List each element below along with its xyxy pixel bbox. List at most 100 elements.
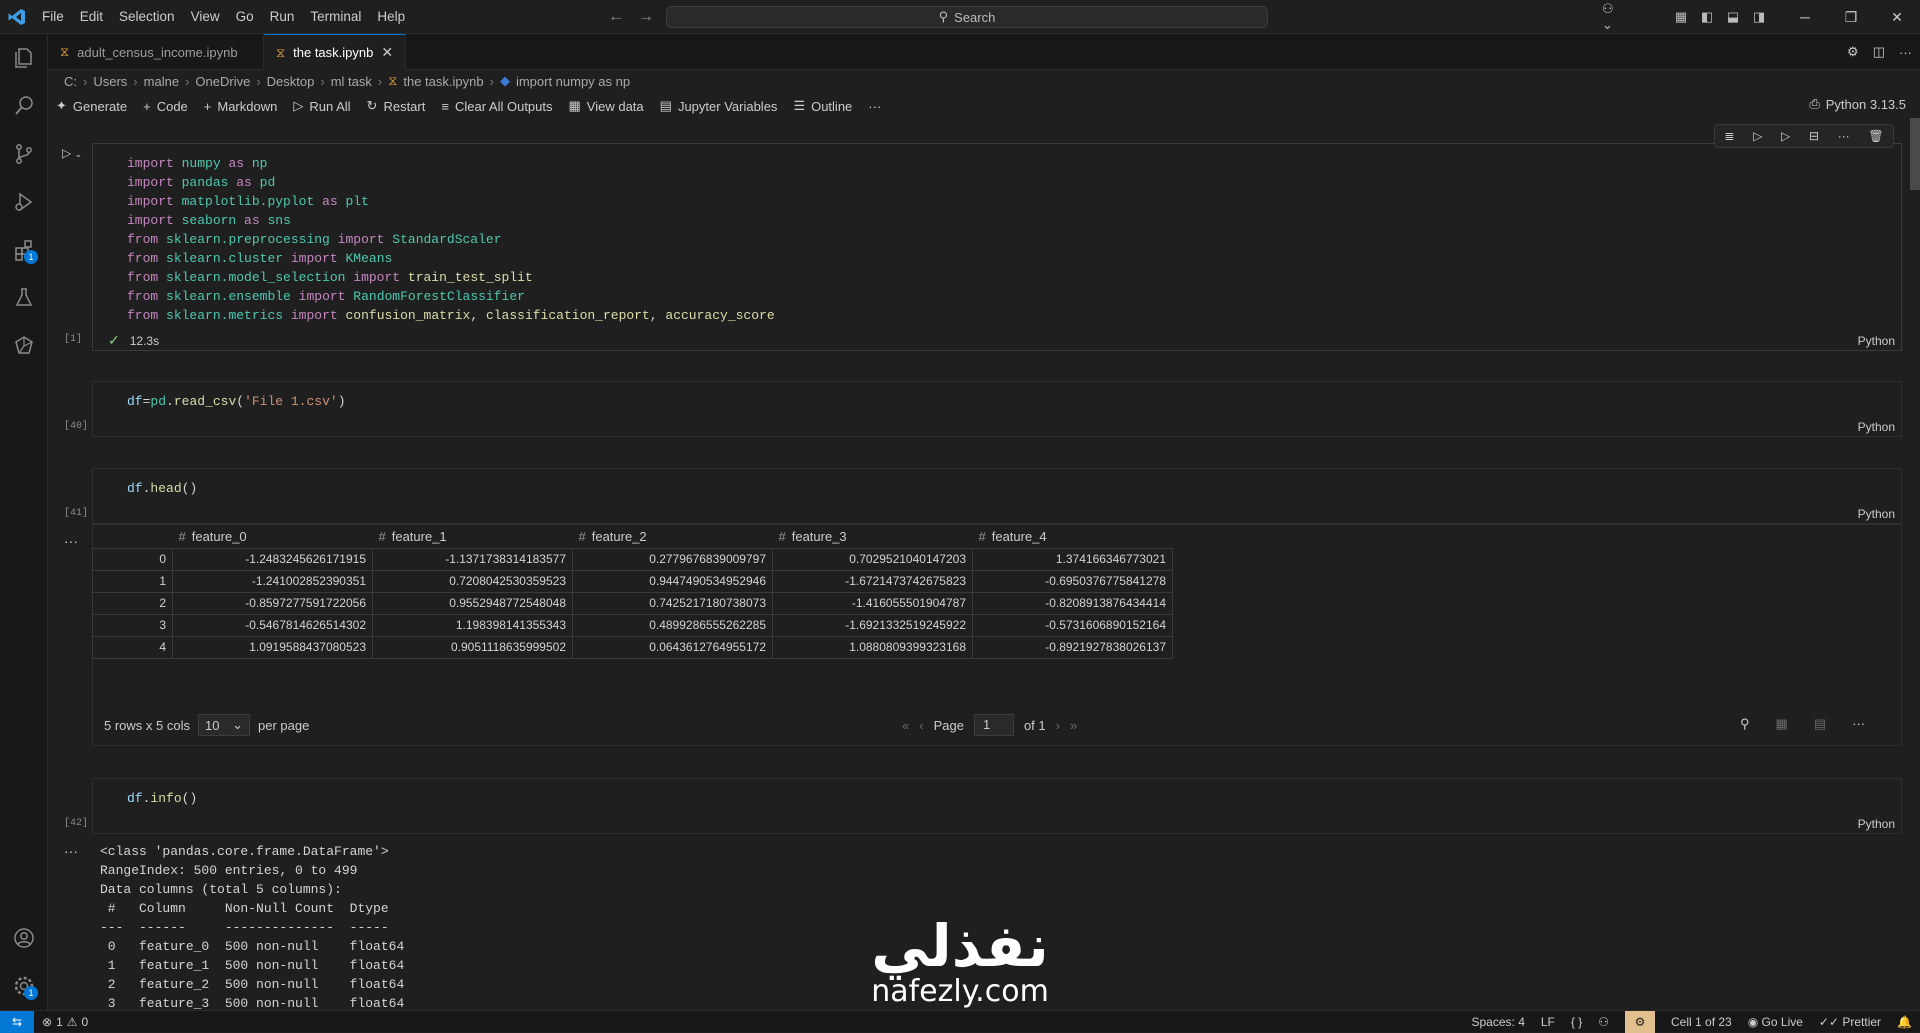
run-debug-icon[interactable] <box>0 178 48 226</box>
cell-4-source[interactable]: df.info() <box>93 779 1901 808</box>
tab-adult-census[interactable]: ⧖ adult_census_income.ipynb <box>48 34 264 70</box>
prettier-status[interactable]: ✓✓ Prettier <box>1819 1015 1881 1029</box>
execute-below-icon[interactable]: ▷ <box>1781 129 1790 143</box>
breadcrumb-item[interactable]: the task.ipynb <box>403 74 483 89</box>
search-view-icon[interactable] <box>0 82 48 130</box>
settings-gear-icon[interactable]: ⚙ <box>1847 44 1859 60</box>
menu-selection[interactable]: Selection <box>111 0 183 34</box>
breadcrumb-item[interactable]: import numpy as np <box>516 74 630 89</box>
code-cell-4[interactable]: df.info() Python <box>92 778 1902 834</box>
manage-gear-icon[interactable]: 1 <box>0 962 48 1010</box>
execute-above-icon[interactable]: ▷ <box>1753 129 1762 143</box>
go-live-button[interactable]: ◉ Go Live <box>1748 1015 1803 1029</box>
breadcrumb-item[interactable]: C: <box>64 74 77 89</box>
table-view-icon[interactable]: ▦ <box>1776 716 1788 732</box>
menu-file[interactable]: File <box>34 0 72 34</box>
cell-1-source[interactable]: import numpy as np import pandas as pd i… <box>93 144 1901 325</box>
command-center-search[interactable]: ⚲ Search <box>666 6 1268 28</box>
breadcrumb-item[interactable]: ml task <box>331 74 372 89</box>
cell-2-source[interactable]: df=pd.read_csv('File 1.csv') <box>93 382 1901 411</box>
cell-language[interactable]: Python <box>1858 817 1895 831</box>
toggle-secondary-sidebar-icon[interactable]: ◨ <box>1746 0 1772 34</box>
remote-indicator-icon[interactable]: ⇆ <box>0 1010 34 1033</box>
more-actions-icon[interactable]: ··· <box>1899 45 1912 60</box>
table-more-icon[interactable]: ··· <box>1852 716 1865 732</box>
copilot-status-icon[interactable]: ⚇ <box>1598 1015 1609 1029</box>
run-all-button[interactable]: ▷ Run All <box>293 98 350 114</box>
page-number-input[interactable]: 1 <box>973 714 1014 736</box>
indentation-status[interactable]: Spaces: 4 <box>1472 1015 1525 1029</box>
code-cell-3[interactable]: df.head() Python <box>92 468 1902 524</box>
toggle-sidebar-icon[interactable]: ◧ <box>1694 0 1720 34</box>
menu-edit[interactable]: Edit <box>72 0 111 34</box>
jupyter-variables-button[interactable]: ▤ Jupyter Variables <box>660 98 778 114</box>
output-actions-icon[interactable]: ··· <box>64 843 78 859</box>
split-cell-icon[interactable]: ⊟ <box>1809 129 1819 143</box>
breadcrumb-item[interactable]: Users <box>93 74 127 89</box>
copilot-chat-icon[interactable]: ⚙ <box>1625 1011 1656 1033</box>
cell-3-source[interactable]: df.head() <box>93 469 1901 498</box>
menu-go[interactable]: Go <box>228 0 262 34</box>
tab-the-task[interactable]: ⧖ the task.ipynb ✕ <box>264 34 407 70</box>
forward-arrow-icon[interactable]: → <box>638 8 654 26</box>
clear-outputs-button[interactable]: ≡ Clear All Outputs <box>441 99 552 114</box>
table-export-icon[interactable]: ▤ <box>1814 716 1826 732</box>
split-editor-icon[interactable]: ◫ <box>1873 44 1885 60</box>
cell-language[interactable]: Python <box>1858 334 1895 348</box>
copilot-icon[interactable]: ⚇ ⌄ <box>1602 0 1628 34</box>
first-page-icon[interactable]: « <box>902 718 909 733</box>
column-header[interactable]: # feature_2 <box>573 526 773 548</box>
last-page-icon[interactable]: » <box>1070 718 1077 733</box>
breadcrumb-item[interactable]: OneDrive <box>195 74 250 89</box>
menu-run[interactable]: Run <box>262 0 303 34</box>
restore-button[interactable]: ❐ <box>1828 0 1874 34</box>
menu-help[interactable]: Help <box>369 0 413 34</box>
prev-page-icon[interactable]: ‹ <box>919 718 923 733</box>
next-page-icon[interactable]: › <box>1056 718 1060 733</box>
more-toolbar-icon[interactable]: ··· <box>868 99 881 114</box>
add-code-button[interactable]: + Code <box>143 99 188 114</box>
jupyter-extension-icon[interactable] <box>0 322 48 370</box>
close-icon[interactable]: ✕ <box>381 44 393 61</box>
close-window-button[interactable]: ✕ <box>1874 0 1920 34</box>
run-by-line-icon[interactable]: ≣ <box>1724 129 1734 143</box>
run-cell-icon[interactable]: ▷ ⌄ <box>62 146 82 160</box>
back-arrow-icon[interactable]: ← <box>608 8 624 26</box>
toggle-panel-icon[interactable]: ⬓ <box>1720 0 1746 34</box>
eol-status[interactable]: LF <box>1541 1015 1555 1029</box>
breadcrumb-item[interactable]: malne <box>144 74 179 89</box>
problems-indicator[interactable]: ⊗ 1 ⚠ 0 <box>42 1015 88 1029</box>
extensions-icon[interactable]: 1 <box>0 226 48 274</box>
outline-button[interactable]: ☰ Outline <box>793 98 852 114</box>
delete-cell-icon[interactable]: 🗑 <box>1868 129 1883 143</box>
breadcrumb-item[interactable]: Desktop <box>267 74 315 89</box>
testing-flask-icon[interactable] <box>0 274 48 322</box>
minimize-button[interactable]: ─ <box>1782 0 1828 34</box>
column-header[interactable]: # feature_1 <box>373 526 573 548</box>
explorer-icon[interactable] <box>0 34 48 82</box>
menu-view[interactable]: View <box>183 0 228 34</box>
more-cell-actions-icon[interactable]: ··· <box>1838 129 1850 143</box>
language-braces-status[interactable]: { } <box>1571 1015 1582 1029</box>
customize-layout-icon[interactable]: ▦ <box>1668 0 1694 34</box>
code-cell-1[interactable]: import numpy as np import pandas as pd i… <box>92 143 1902 351</box>
generate-button[interactable]: ✦ Generate <box>56 98 127 114</box>
column-header[interactable]: # feature_0 <box>173 526 373 548</box>
add-markdown-button[interactable]: + Markdown <box>204 99 278 114</box>
notifications-bell-icon[interactable]: 🔔 <box>1897 1015 1912 1029</box>
cell-language[interactable]: Python <box>1858 507 1895 521</box>
cell-language[interactable]: Python <box>1858 420 1895 434</box>
column-header[interactable]: # feature_3 <box>773 526 973 548</box>
cell-position-status[interactable]: Cell 1 of 23 <box>1671 1015 1732 1029</box>
table-search-icon[interactable]: ⚲ <box>1740 716 1750 732</box>
menu-terminal[interactable]: Terminal <box>302 0 369 34</box>
kernel-picker[interactable]: ⎙ Python 3.13.5 <box>1809 96 1906 112</box>
output-actions-icon[interactable]: ··· <box>64 533 78 549</box>
accounts-icon[interactable] <box>0 914 48 962</box>
vertical-scrollbar[interactable] <box>1910 118 1920 190</box>
restart-button[interactable]: ↻ Restart <box>367 98 426 114</box>
per-page-select[interactable]: 10 ⌄ <box>197 714 250 736</box>
code-cell-2[interactable]: df=pd.read_csv('File 1.csv') Python <box>92 381 1902 437</box>
view-data-button[interactable]: ▦ View data <box>569 98 644 114</box>
column-header[interactable]: # feature_4 <box>973 526 1173 548</box>
